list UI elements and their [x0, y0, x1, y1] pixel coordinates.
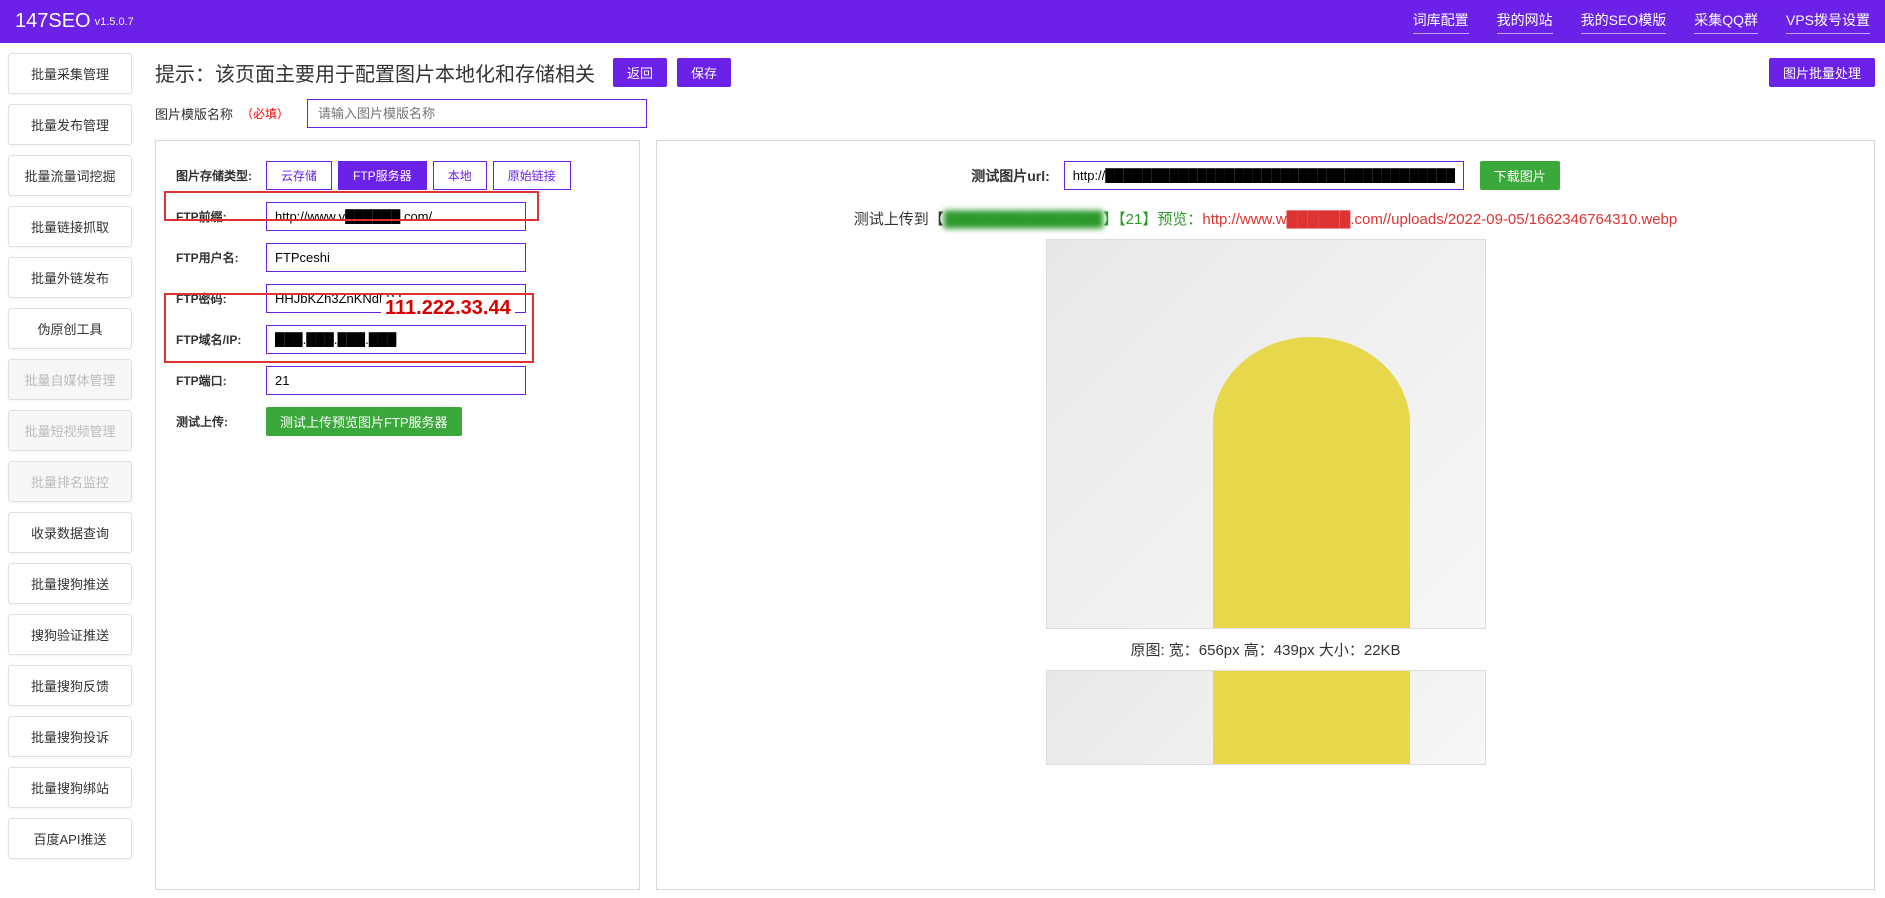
nav-vps-dial[interactable]: VPS拨号设置: [1786, 10, 1870, 34]
ftp-user-input[interactable]: [266, 243, 526, 272]
brand-title: 147SEO: [15, 10, 91, 33]
test-url-label: 测试图片url:: [971, 166, 1050, 186]
image-info-line: 原图: 宽：656px 高：439px 大小：22KB: [677, 639, 1854, 660]
brand-version: v1.5.0.7: [95, 16, 134, 28]
ftp-prefix-label: FTP前缀:: [176, 208, 266, 225]
title-bar: 提示：该页面主要用于配置图片本地化和存储相关 返回 保存 图片批量处理: [155, 58, 1875, 87]
left-panel: 图片存储类型: 云存储 FTP服务器 本地 原始链接 FTP前缀: FTP用户名…: [155, 140, 640, 890]
sidebar-item-7: 批量短视频管理: [8, 410, 132, 451]
sidebar-item-2[interactable]: 批量流量词挖掘: [8, 155, 132, 196]
top-nav: 词库配置 我的网站 我的SEO模版 采集QQ群 VPS拨号设置: [1413, 10, 1870, 34]
nav-my-site[interactable]: 我的网站: [1497, 10, 1553, 34]
main-content: 提示：该页面主要用于配置图片本地化和存储相关 返回 保存 图片批量处理 图片模版…: [140, 43, 1885, 890]
preview-image-2: [1046, 670, 1486, 765]
test-upload-label: 测试上传:: [176, 413, 266, 430]
download-image-button[interactable]: 下载图片: [1480, 161, 1560, 190]
sidebar-item-12[interactable]: 批量搜狗反馈: [8, 665, 132, 706]
nav-lexicon[interactable]: 词库配置: [1413, 10, 1469, 34]
preview-link[interactable]: http://www.w██████.com//uploads/2022-09-…: [1202, 211, 1677, 228]
ftp-port-input[interactable]: [266, 366, 526, 395]
storage-type-options: 云存储 FTP服务器 本地 原始链接: [266, 161, 571, 190]
batch-image-button[interactable]: 图片批量处理: [1769, 58, 1875, 87]
nav-qq-group[interactable]: 采集QQ群: [1694, 10, 1758, 34]
preview-image-1: [1046, 239, 1486, 629]
nav-seo-template[interactable]: 我的SEO模版: [1581, 10, 1667, 34]
opt-original[interactable]: 原始链接: [493, 161, 571, 190]
sidebar-item-9[interactable]: 收录数据查询: [8, 512, 132, 553]
storage-type-label: 图片存储类型:: [176, 167, 266, 184]
ftp-pass-label: FTP密码:: [176, 290, 266, 307]
test-upload-button[interactable]: 测试上传预览图片FTP服务器: [266, 407, 462, 436]
right-panel: 测试图片url: 下载图片 测试上传到【███████████████】【21】…: [656, 140, 1875, 890]
sidebar-item-5[interactable]: 伪原创工具: [8, 308, 132, 349]
sidebar-item-0[interactable]: 批量采集管理: [8, 53, 132, 94]
template-name-label: 图片模版名称: [155, 104, 233, 123]
sidebar-item-11[interactable]: 搜狗验证推送: [8, 614, 132, 655]
template-name-input[interactable]: [307, 99, 647, 128]
save-button[interactable]: 保存: [677, 58, 731, 87]
ftp-prefix-input[interactable]: [266, 202, 526, 231]
required-hint: （必填）: [241, 105, 289, 122]
opt-ftp[interactable]: FTP服务器: [338, 161, 427, 190]
template-name-row: 图片模版名称 （必填）: [155, 99, 1875, 128]
opt-local[interactable]: 本地: [433, 161, 487, 190]
opt-cloud[interactable]: 云存储: [266, 161, 332, 190]
sidebar-item-3[interactable]: 批量链接抓取: [8, 206, 132, 247]
test-url-input[interactable]: [1064, 161, 1464, 190]
ftp-port-label: FTP端口:: [176, 372, 266, 389]
sidebar-item-14[interactable]: 批量搜狗绑站: [8, 767, 132, 808]
sidebar-item-4[interactable]: 批量外链发布: [8, 257, 132, 298]
sidebar-item-10[interactable]: 批量搜狗推送: [8, 563, 132, 604]
ftp-host-label: FTP域名/IP:: [176, 331, 266, 348]
sidebar-item-8: 批量排名监控: [8, 461, 132, 502]
upload-result-line: 测试上传到【███████████████】【21】预览：http://www.…: [677, 208, 1854, 229]
sidebar-item-6: 批量自媒体管理: [8, 359, 132, 400]
overlay-ip-text: 111.222.33.44: [381, 297, 515, 320]
top-bar: 147SEO v1.5.0.7 词库配置 我的网站 我的SEO模版 采集QQ群 …: [0, 0, 1885, 43]
sidebar-item-15[interactable]: 百度API推送: [8, 818, 132, 859]
ftp-user-label: FTP用户名:: [176, 249, 266, 266]
page-title: 提示：该页面主要用于配置图片本地化和存储相关: [155, 58, 595, 87]
sidebar-item-1[interactable]: 批量发布管理: [8, 104, 132, 145]
sidebar: 批量采集管理批量发布管理批量流量词挖掘批量链接抓取批量外链发布伪原创工具批量自媒…: [0, 43, 140, 890]
sidebar-item-13[interactable]: 批量搜狗投诉: [8, 716, 132, 757]
back-button[interactable]: 返回: [613, 58, 667, 87]
ftp-host-input[interactable]: [266, 325, 526, 354]
